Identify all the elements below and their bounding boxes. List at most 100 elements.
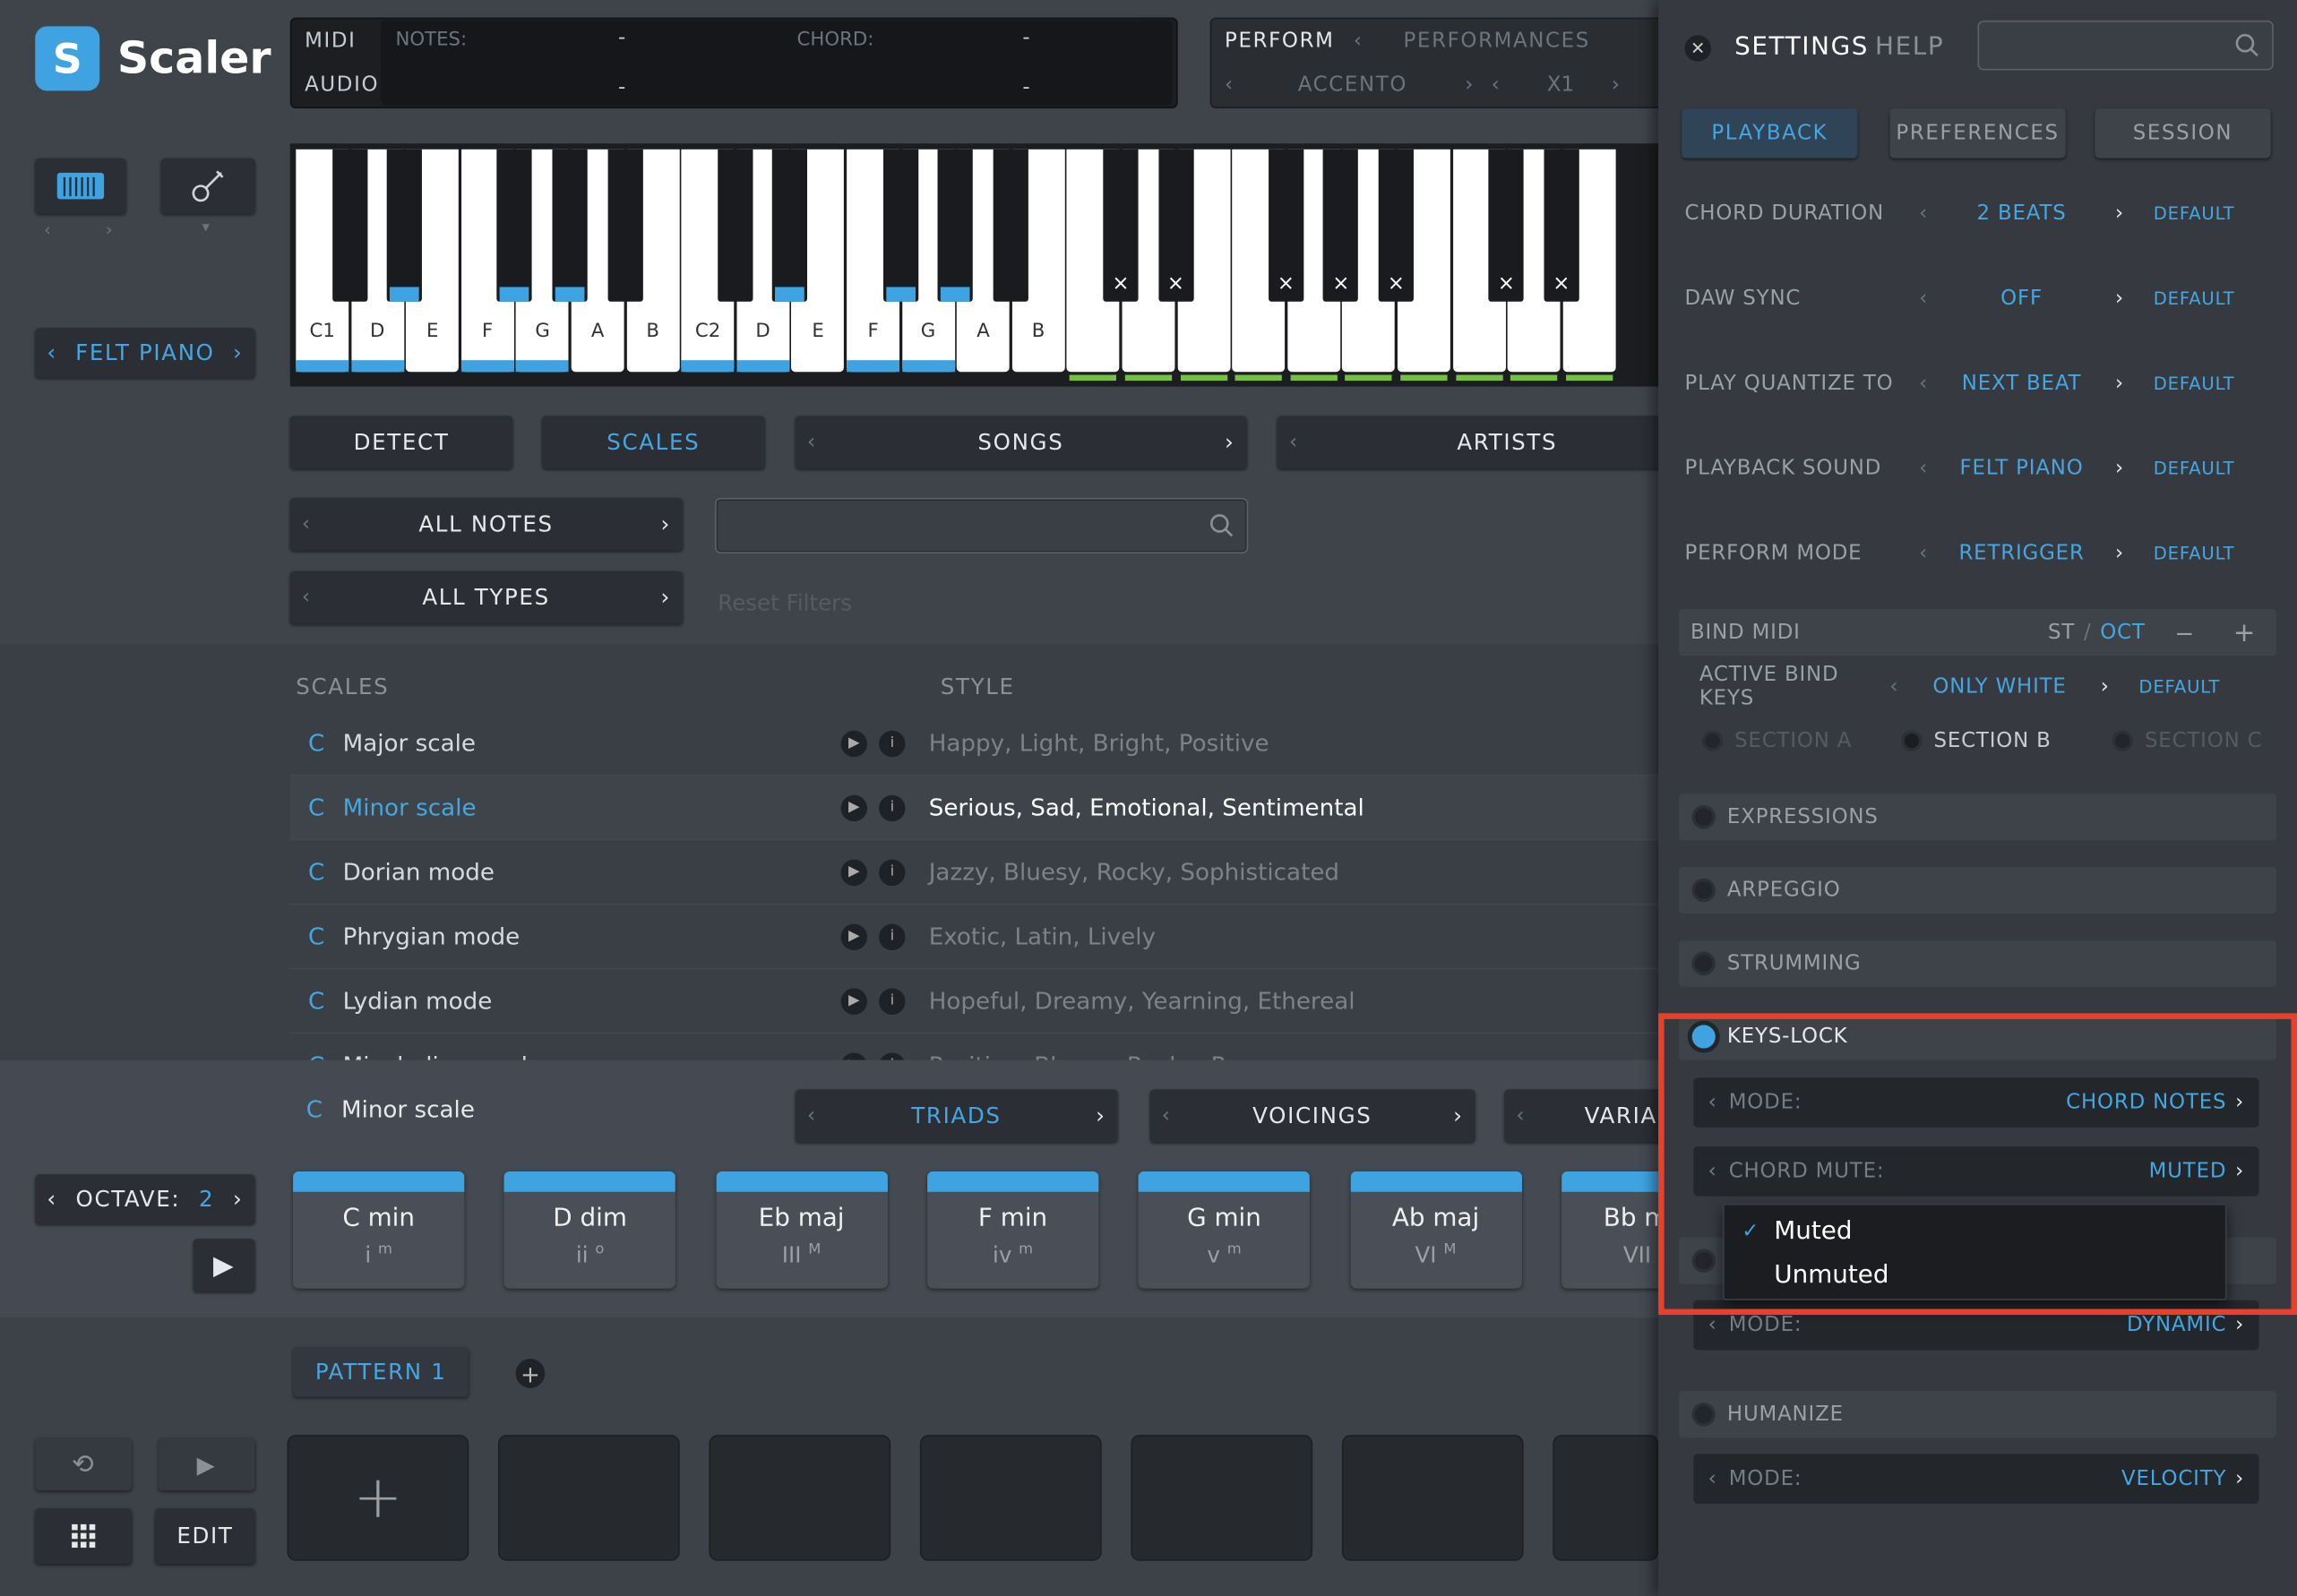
close-settings-button[interactable]: ✕	[1684, 35, 1711, 62]
chevron-right-icon: ›	[2115, 457, 2125, 481]
keys-lock-label: KEYS-LOCK	[1726, 1025, 1848, 1049]
help-tab[interactable]: HELP	[1875, 32, 1944, 62]
setting-label: CHORD DURATION	[1684, 202, 1885, 226]
setting-selector[interactable]: ‹ OFF ›	[1919, 287, 2124, 310]
tab-preferences[interactable]: PREFERENCES	[1889, 107, 2066, 159]
humanize-mode-selector[interactable]: ‹ MODE: VELOCITY ›	[1693, 1454, 2259, 1505]
setting-row: CHORD DURATION ‹ 2 BEATS › DEFAULT	[1684, 192, 2284, 236]
chord-card-highlight	[1349, 1171, 1522, 1192]
chevron-right-icon: ›	[2115, 287, 2125, 311]
edit-button[interactable]: EDIT	[155, 1507, 255, 1565]
st-option[interactable]: ST	[2048, 621, 2075, 644]
tab-session[interactable]: SESSION	[2095, 107, 2271, 159]
active-bind-keys-selector[interactable]: ‹ ONLY WHITE ›	[1889, 675, 2109, 699]
pattern-pad[interactable]	[1553, 1435, 1659, 1561]
section-a-label: SECTION A	[1734, 729, 1853, 753]
setting-selector[interactable]: ‹ RETRIGGER ›	[1919, 542, 2124, 565]
section-c-toggle[interactable]: SECTION C	[2112, 729, 2262, 752]
chord-card[interactable]: D dim ii o	[503, 1171, 676, 1289]
oct-option[interactable]: OCT	[2100, 621, 2145, 644]
default-button[interactable]: DEFAULT	[2154, 288, 2235, 309]
setting-selector[interactable]: ‹ NEXT BEAT ›	[1919, 372, 2124, 395]
strumming-led[interactable]	[1691, 951, 1716, 975]
setting-value: OFF	[2000, 287, 2043, 311]
minus-button[interactable]: −	[2174, 619, 2195, 647]
tab-playback[interactable]: PLAYBACK	[1682, 107, 1858, 159]
chord-card[interactable]: F min iv m	[926, 1171, 1099, 1289]
keys-lock-mode-selector[interactable]: ‹ MODE: CHORD NOTES ›	[1693, 1077, 2259, 1128]
pattern-pad[interactable]	[1131, 1435, 1313, 1561]
chord-card[interactable]: Ab maj VI M	[1349, 1171, 1522, 1289]
pattern-pad[interactable]	[709, 1435, 891, 1561]
expressions-section[interactable]: EXPRESSIONS	[1678, 794, 2277, 841]
voice-leading-led[interactable]	[1691, 1248, 1716, 1273]
bind-midi-header[interactable]: BIND MIDI ST / OCT − +	[1678, 609, 2277, 656]
active-bind-keys-row: ACTIVE BIND KEYS ‹ ONLY WHITE › DEFAULT	[1699, 664, 2297, 710]
mode-value: VELOCITY	[2121, 1467, 2227, 1491]
add-pad-button[interactable]: +	[287, 1435, 469, 1561]
chevron-right-icon: ›	[2115, 541, 2125, 566]
dynamic-mode-selector[interactable]: ‹ MODE: DYNAMIC ›	[1693, 1300, 2259, 1351]
mode-label: MODE:	[1728, 1090, 1802, 1115]
grid-button[interactable]	[35, 1507, 133, 1565]
default-button[interactable]: DEFAULT	[2138, 676, 2220, 697]
chord-card[interactable]: Bb maj VII M	[1561, 1171, 1659, 1289]
chord-card[interactable]: Eb maj III M	[715, 1171, 888, 1289]
expressions-led[interactable]	[1691, 805, 1716, 829]
default-button[interactable]: DEFAULT	[2154, 544, 2235, 564]
setting-value: FELT PIANO	[1959, 457, 2084, 481]
dropdown-option-muted[interactable]: ✓ Muted	[1742, 1217, 1852, 1247]
chord-mute-dropdown: ✓ Muted Unmuted	[1723, 1203, 2227, 1300]
degree-label: VII	[1622, 1241, 1652, 1268]
keys-lock-section[interactable]: KEYS-LOCK	[1678, 1013, 2277, 1060]
degree-label: v	[1207, 1241, 1220, 1268]
loop-button[interactable]: ⟲	[35, 1437, 133, 1491]
pattern-play-button[interactable]: ▶	[158, 1437, 255, 1491]
chevron-left-icon: ‹	[1708, 1467, 1717, 1491]
settings-search-input[interactable]	[1977, 20, 2274, 71]
section-b-label: SECTION B	[1933, 729, 2052, 753]
settings-title[interactable]: SETTINGS	[1734, 32, 1869, 62]
chord-name: Bb maj	[1603, 1203, 1658, 1233]
chevron-left-icon: ‹	[1708, 1090, 1717, 1115]
keys-lock-led[interactable]	[1691, 1025, 1716, 1049]
default-button[interactable]: DEFAULT	[2154, 373, 2235, 394]
arpeggio-section[interactable]: ARPEGGIO	[1678, 866, 2277, 914]
chord-card[interactable]: C min i m	[293, 1171, 465, 1289]
dropdown-option-unmuted[interactable]: Unmuted	[1774, 1261, 1888, 1291]
pattern-pad[interactable]	[497, 1435, 680, 1561]
setting-selector[interactable]: ‹ FELT PIANO ›	[1919, 457, 2124, 480]
default-button[interactable]: DEFAULT	[2154, 459, 2235, 479]
section-b-toggle[interactable]: SECTION B	[1901, 729, 2051, 752]
strumming-label: STRUMMING	[1726, 951, 1862, 975]
chord-name: Eb maj	[758, 1203, 845, 1233]
chord-name: C min	[342, 1203, 416, 1233]
humanize-led[interactable]	[1691, 1403, 1716, 1427]
humanize-label: HUMANIZE	[1726, 1403, 1844, 1427]
chord-card-highlight	[503, 1171, 676, 1192]
chord-mute-selector[interactable]: ‹ CHORD MUTE: MUTED ›	[1693, 1146, 2259, 1197]
humanize-section[interactable]: HUMANIZE	[1678, 1391, 2277, 1438]
plus-button[interactable]: +	[2233, 617, 2256, 648]
setting-label: DAW SYNC	[1684, 287, 1802, 311]
pattern-pad[interactable]	[1341, 1435, 1524, 1561]
degree-quality: M	[1443, 1241, 1457, 1258]
add-pattern-button[interactable]: +	[515, 1359, 546, 1388]
st-oct-separator: /	[2083, 621, 2092, 645]
degree-quality: m	[1019, 1241, 1034, 1258]
section-a-toggle[interactable]: SECTION A	[1702, 729, 1852, 752]
settings-panel: ✕ SETTINGS HELP PLAYBACK PREFERENCES SES…	[1658, 0, 2297, 1596]
section-b-led	[1901, 730, 1923, 751]
chord-card[interactable]: G min v m	[1138, 1171, 1311, 1289]
pattern-pad[interactable]	[919, 1435, 1102, 1561]
pattern-tab[interactable]: PATTERN 1	[293, 1347, 469, 1397]
strumming-section[interactable]: STRUMMING	[1678, 940, 2277, 987]
check-icon: ✓	[1742, 1219, 1759, 1243]
default-button[interactable]: DEFAULT	[2154, 203, 2235, 224]
chord-degree: ii o	[504, 1241, 675, 1267]
chord-degree: VII M	[1561, 1241, 1658, 1267]
grid-icon	[72, 1523, 96, 1549]
degree-label: III	[781, 1241, 802, 1268]
arpeggio-led[interactable]	[1691, 878, 1716, 903]
setting-selector[interactable]: ‹ 2 BEATS ›	[1919, 202, 2124, 226]
